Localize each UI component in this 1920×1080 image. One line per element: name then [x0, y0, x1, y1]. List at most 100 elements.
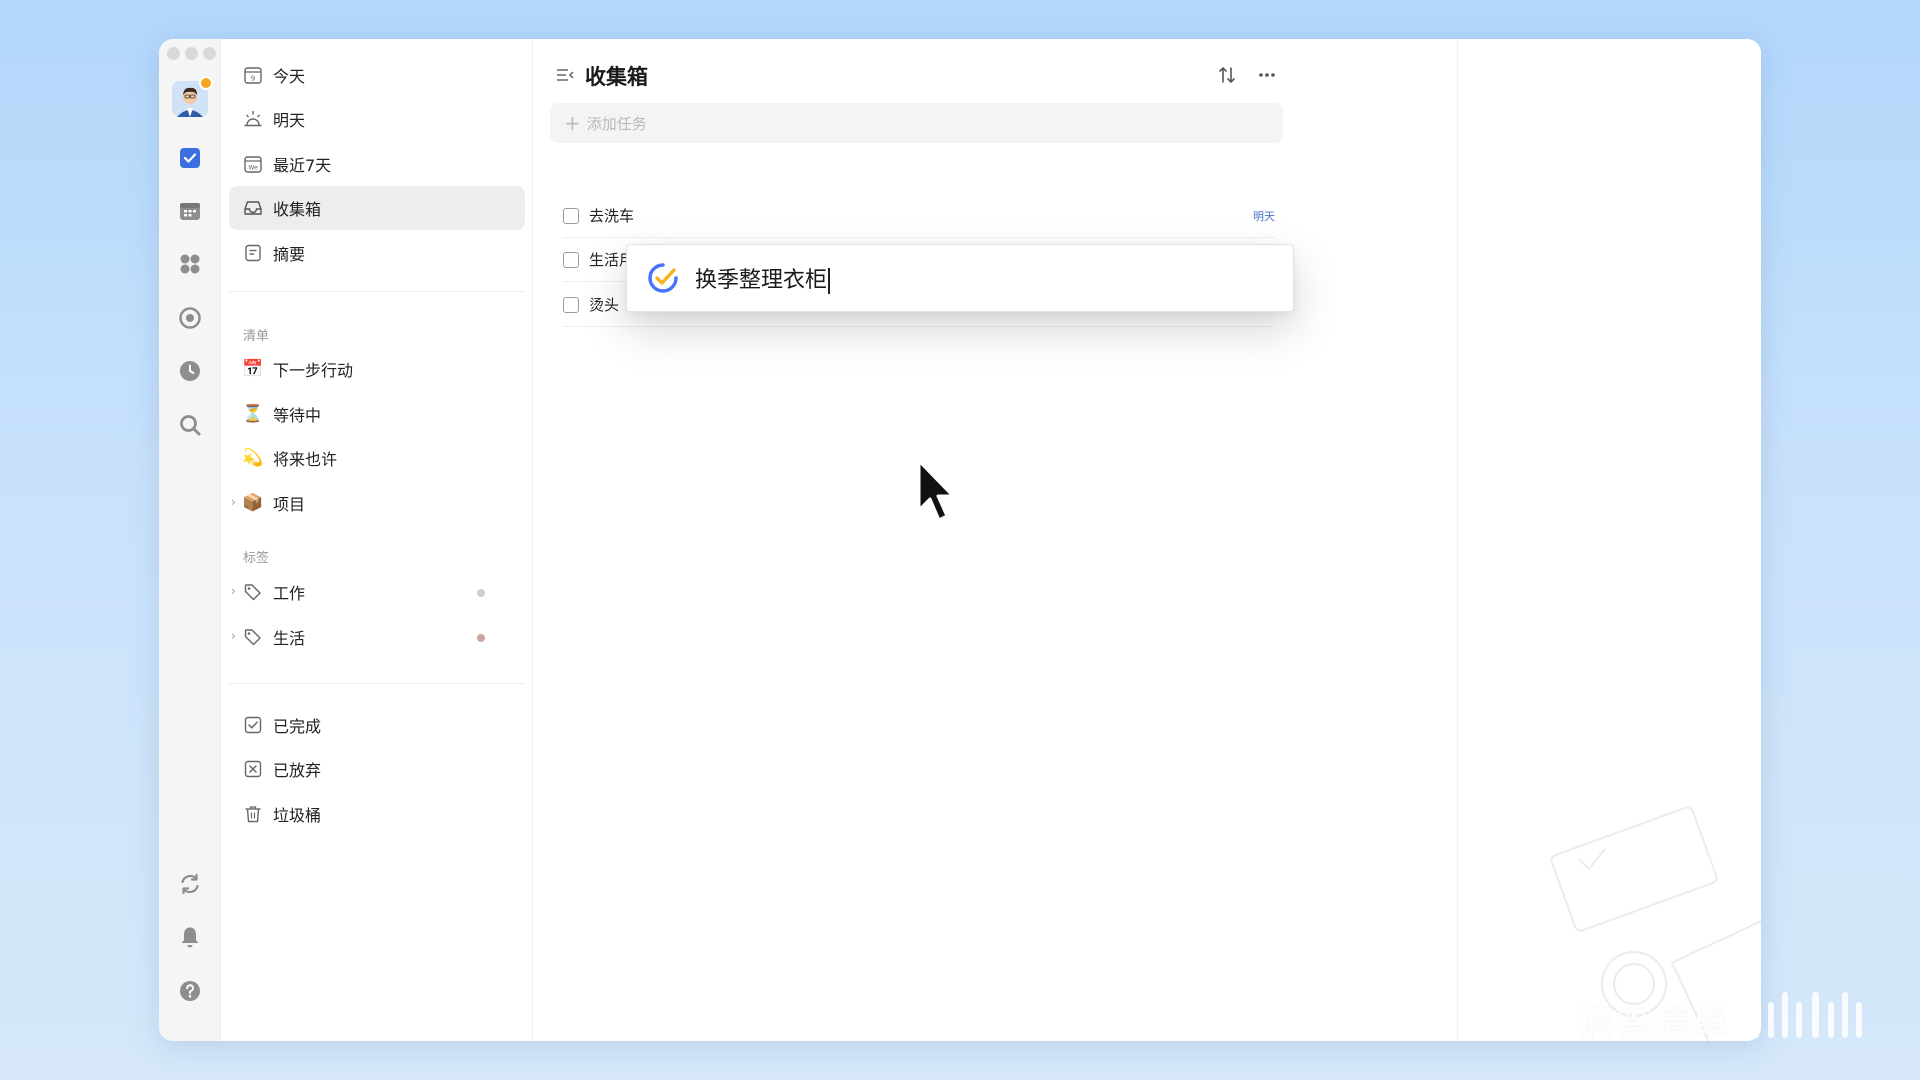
add-task-input[interactable]: + 添加任务 [550, 103, 1283, 143]
search-icon [180, 415, 201, 436]
rail-focus-button[interactable] [177, 305, 203, 331]
sync-icon [181, 873, 199, 895]
app-window: 9 今天 明天 We 最近7天 收集箱 摘要 清单 📅 下一步行动 ⏳ 等待中 … [159, 39, 1761, 1041]
add-task-placeholder: 添加任务 [586, 114, 647, 133]
calendar-day-icon: 9 [243, 65, 263, 85]
week-icon: We [243, 154, 263, 174]
sidebar-item-projects[interactable]: › 📦 项目 [229, 481, 525, 525]
clock-icon [179, 361, 200, 381]
minimize-window-button[interactable] [185, 47, 198, 60]
inbox-icon [243, 198, 263, 218]
task-list-pane: 收集箱 + 添加任务 去洗车 明天 生活用品清点 烫头 [533, 39, 1458, 1041]
tag-icon [243, 627, 263, 647]
sidebar-item-label: 摘要 [273, 245, 306, 264]
task-checkbox[interactable] [563, 296, 579, 313]
tags-section-label: 标签 [243, 551, 270, 566]
sidebar-item-today[interactable]: 9 今天 [229, 53, 525, 97]
rail-sync-button[interactable] [177, 871, 203, 897]
tag-color-dot [477, 589, 485, 597]
trash-icon [243, 804, 263, 824]
sidebar-item-tag-work[interactable]: › 工作 [229, 570, 525, 614]
window-controls[interactable] [167, 47, 216, 60]
sidebar-item-someday[interactable]: 💫 将来也许 [229, 436, 525, 480]
sort-icon[interactable] [1216, 64, 1238, 86]
sidebar-item-label: 已完成 [273, 717, 322, 736]
svg-text:We: We [248, 165, 258, 172]
sidebar-item-next-action[interactable]: 📅 下一步行动 [229, 347, 525, 391]
rail-search-button[interactable] [177, 412, 203, 438]
rail-tasks-button[interactable] [177, 145, 203, 171]
rail-calendar-button[interactable] [177, 198, 203, 224]
calendar-emoji-icon: 📅 [242, 359, 264, 379]
avatar[interactable] [172, 76, 213, 117]
quick-add-popup[interactable]: 换季整理衣柜 [626, 244, 1294, 312]
sidebar-item-abandoned[interactable]: 已放弃 [229, 747, 525, 791]
sidebar-item-label: 下一步行动 [273, 361, 354, 380]
check-square-icon [243, 715, 263, 735]
checkbox-icon [180, 148, 200, 168]
task-row[interactable]: 去洗车 明天 [563, 194, 1275, 238]
sidebar-item-label: 等待中 [273, 406, 322, 425]
sidebar-item-tomorrow[interactable]: 明天 [229, 97, 525, 141]
sidebar-item-next-7-days[interactable]: We 最近7天 [229, 142, 525, 186]
more-icon[interactable] [1256, 64, 1278, 86]
task-checkbox[interactable] [563, 207, 579, 224]
task-due-date[interactable]: 明天 [1253, 208, 1275, 224]
sidebar-item-summary[interactable]: 摘要 [229, 231, 525, 275]
rail-habit-button[interactable] [177, 358, 203, 384]
sidebar-item-label: 明天 [273, 111, 306, 130]
sidebar-item-label: 收集箱 [273, 200, 322, 219]
rail-help-button[interactable] [177, 978, 203, 1004]
sidebar-item-label: 最近7天 [273, 156, 332, 175]
icon-rail [159, 39, 221, 1041]
chevron-right-icon[interactable]: › [231, 495, 236, 509]
sidebar-divider [229, 291, 525, 292]
sunrise-icon [243, 109, 263, 129]
sidebar-item-inbox[interactable]: 收集箱 [229, 186, 525, 230]
task-title: 去洗车 [589, 207, 635, 225]
task-checkbox[interactable] [563, 251, 579, 268]
premium-badge [199, 76, 213, 90]
task-detail-pane [1459, 39, 1761, 1041]
bell-icon [181, 927, 199, 948]
sidebar-item-tag-life[interactable]: › 生活 [229, 615, 525, 659]
close-window-button[interactable] [167, 47, 180, 60]
sidebar-item-label: 工作 [273, 584, 306, 603]
sidebar: 9 今天 明天 We 最近7天 收集箱 摘要 清单 📅 下一步行动 ⏳ 等待中 … [221, 39, 533, 1041]
x-square-icon [243, 759, 263, 779]
chevron-right-icon[interactable]: › [231, 629, 236, 643]
hourglass-icon: ⏳ [242, 404, 264, 424]
mouse-cursor-icon [917, 459, 955, 522]
target-icon [179, 307, 201, 329]
calendar-icon [180, 203, 200, 220]
sidebar-item-trash[interactable]: 垃圾桶 [229, 792, 525, 836]
sidebar-item-label: 项目 [273, 495, 306, 514]
rail-notifications-button[interactable] [177, 924, 203, 950]
quick-add-input[interactable]: 换季整理衣柜 [695, 262, 830, 294]
plus-icon: + [564, 111, 581, 135]
sidebar-toggle-icon[interactable] [555, 65, 575, 85]
sidebar-item-waiting[interactable]: ⏳ 等待中 [229, 392, 525, 436]
text-caret [828, 268, 830, 294]
svg-text:9: 9 [251, 75, 255, 83]
sidebar-item-label: 已放弃 [273, 761, 322, 780]
dizzy-icon: 💫 [242, 448, 264, 468]
sidebar-item-completed[interactable]: 已完成 [229, 703, 525, 747]
grid-icon [180, 254, 200, 274]
watermark-text: 滴答清单 [1578, 1004, 1731, 1045]
sidebar-item-label: 今天 [273, 67, 306, 86]
rail-matrix-button[interactable] [177, 251, 203, 277]
sidebar-item-label: 将来也许 [273, 450, 338, 469]
chevron-right-icon[interactable]: › [231, 584, 236, 598]
empty-state-illustration [1550, 747, 1761, 1041]
zoom-window-button[interactable] [203, 47, 216, 60]
tag-icon [243, 582, 263, 602]
tag-color-dot [477, 634, 485, 642]
help-icon [180, 981, 200, 1001]
lists-section-label: 清单 [243, 329, 270, 344]
package-icon: 📦 [242, 493, 264, 513]
quick-add-text: 换季整理衣柜 [695, 268, 828, 293]
sidebar-item-label: 生活 [273, 629, 306, 648]
sidebar-divider [229, 683, 525, 684]
task-title: 烫头 [589, 296, 620, 314]
